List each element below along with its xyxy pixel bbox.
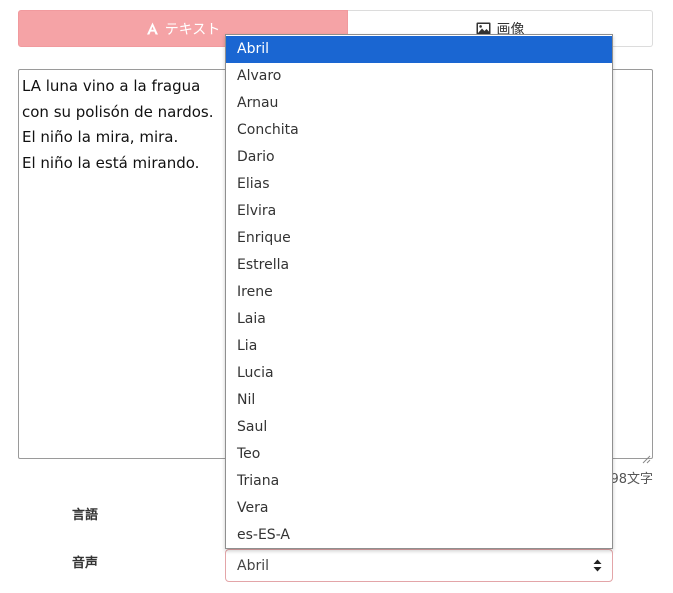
select-arrows-icon: [593, 559, 602, 576]
voice-option[interactable]: Teo: [226, 441, 612, 468]
tts-page: テキスト 画像 LA luna vino a la fragua con su …: [0, 0, 673, 593]
voice-label: 音声: [72, 556, 99, 571]
voice-option[interactable]: Vera: [226, 495, 612, 522]
voice-select-value: Abril: [237, 557, 269, 574]
voice-option[interactable]: Alvaro: [226, 63, 612, 90]
voice-select[interactable]: Abril: [225, 549, 613, 582]
language-label: 言語: [72, 508, 99, 523]
voice-option[interactable]: Saul: [226, 414, 612, 441]
voice-option[interactable]: Abril: [226, 36, 612, 63]
voice-option[interactable]: Dario: [226, 144, 612, 171]
voice-option[interactable]: Laia: [226, 306, 612, 333]
voice-option[interactable]: Lia: [226, 333, 612, 360]
voice-dropdown-list: Abril Alvaro Arnau Conchita Dario Elias Elvira…: [225, 34, 613, 549]
voice-option[interactable]: Elias: [226, 171, 612, 198]
voice-option[interactable]: Irene: [226, 279, 612, 306]
char-count: 98文字: [610, 472, 653, 487]
voice-option[interactable]: Lucia: [226, 360, 612, 387]
voice-option[interactable]: es-ES-A: [226, 522, 612, 548]
tab-text-label: テキスト: [164, 21, 221, 38]
voice-option[interactable]: Arnau: [226, 90, 612, 117]
voice-option[interactable]: Elvira: [226, 198, 612, 225]
resize-handle-icon[interactable]: [641, 447, 651, 464]
voice-option[interactable]: Nil: [226, 387, 612, 414]
voice-option[interactable]: Triana: [226, 468, 612, 495]
font-icon: [146, 22, 159, 35]
voice-option[interactable]: Estrella: [226, 252, 612, 279]
voice-option[interactable]: Conchita: [226, 117, 612, 144]
voice-option[interactable]: Enrique: [226, 225, 612, 252]
